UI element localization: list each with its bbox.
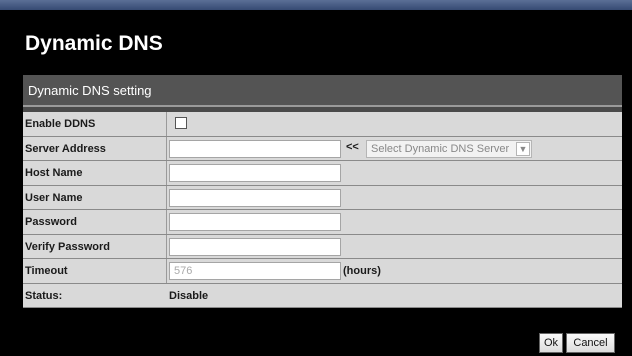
verify-password-field-wrap: [169, 237, 341, 256]
server-select-value: Select Dynamic DNS Server: [371, 142, 510, 155]
chevron-down-icon: ▼: [516, 141, 530, 156]
enable-ddns-label: Enable DDNS: [23, 112, 167, 136]
status-label: Status:: [25, 289, 63, 302]
enable-ddns-checkbox[interactable]: [175, 117, 187, 129]
server-select[interactable]: Select Dynamic DNS Server ▼: [366, 139, 532, 158]
server-address-field-wrap: [169, 139, 341, 158]
row-status: Status: Disable: [23, 283, 622, 308]
row-timeout: Timeout 576 (hours): [23, 259, 622, 284]
timeout-input[interactable]: 576: [169, 262, 341, 280]
password-label: Password: [23, 210, 167, 234]
password-input[interactable]: [169, 213, 341, 231]
timeout-label: Timeout: [23, 259, 167, 283]
password-field-wrap: [169, 213, 341, 231]
host-name-input[interactable]: [169, 164, 341, 182]
form-rows: Enable DDNS Server Address << Select Dyn…: [23, 112, 622, 308]
row-verify-password: Verify Password: [23, 234, 622, 259]
ok-button[interactable]: Ok: [539, 333, 563, 353]
top-band: [0, 0, 632, 10]
row-host-name: Host Name: [23, 161, 622, 186]
user-name-input[interactable]: [169, 188, 341, 207]
user-name-field-wrap: [169, 188, 341, 207]
host-name-field-wrap: [169, 164, 341, 182]
server-address-input[interactable]: [169, 139, 341, 158]
verify-password-label: Verify Password: [23, 234, 167, 258]
section-title: Dynamic DNS setting: [23, 75, 622, 107]
row-server-address: Server Address << Select Dynamic DNS Ser…: [23, 136, 622, 161]
ddns-section: Dynamic DNS setting Enable DDNS Server A…: [23, 75, 622, 308]
host-name-label: Host Name: [23, 161, 167, 185]
row-user-name: User Name: [23, 185, 622, 210]
verify-password-input[interactable]: [169, 237, 341, 256]
server-arrows: <<: [346, 140, 359, 153]
timeout-unit: (hours): [343, 265, 381, 277]
cancel-button[interactable]: Cancel: [566, 333, 615, 353]
status-value: Disable: [169, 289, 209, 302]
server-address-label: Server Address: [23, 136, 167, 160]
row-enable-ddns: Enable DDNS: [23, 112, 622, 137]
timeout-field-wrap: 576: [169, 262, 341, 280]
row-password: Password: [23, 210, 622, 235]
user-name-label: User Name: [23, 185, 167, 209]
page-title: Dynamic DNS: [25, 32, 163, 55]
